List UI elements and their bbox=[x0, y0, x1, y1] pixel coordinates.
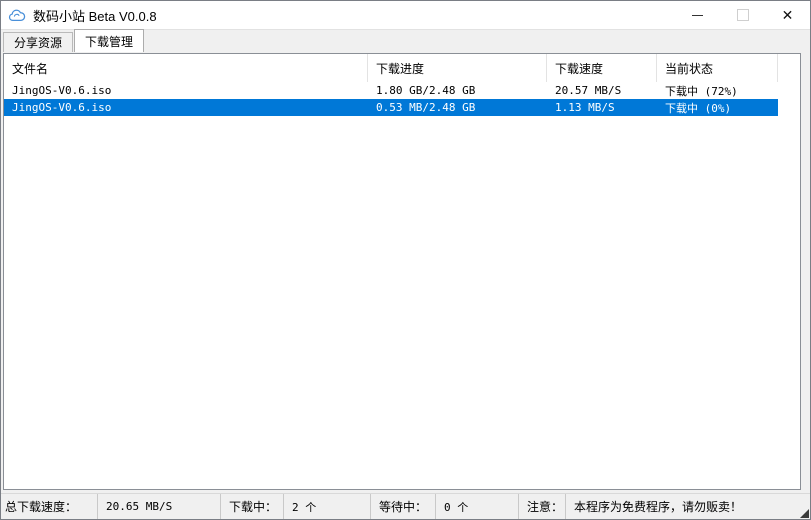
total-speed-value: 20.65 MB/S bbox=[98, 494, 221, 519]
downloading-count: 2 个 bbox=[284, 494, 371, 519]
status-bar: 总下载速度： 20.65 MB/S 下载中： 2 个 等待中： 0 个 注意： … bbox=[1, 493, 810, 519]
column-header-filename[interactable]: 文件名 bbox=[4, 54, 368, 82]
column-header-status[interactable]: 当前状态 bbox=[657, 54, 778, 82]
cell-filename: JingOS-V0.6.iso bbox=[12, 84, 112, 97]
downloading-label: 下载中： bbox=[221, 494, 284, 519]
cloud-sync-app-icon bbox=[8, 9, 26, 21]
tab-share-resources[interactable]: 分享资源 bbox=[3, 32, 74, 52]
minimize-button[interactable] bbox=[675, 1, 720, 29]
total-speed-label: 总下载速度： bbox=[1, 494, 98, 519]
maximize-button[interactable] bbox=[720, 1, 765, 29]
cell-progress: 0.53 MB/2.48 GB bbox=[376, 101, 476, 114]
cell-status: 下载中 (72%) bbox=[665, 84, 738, 98]
column-header-speed[interactable]: 下载速度 bbox=[547, 54, 657, 82]
notice-text: 本程序为免费程序，请勿贩卖！ bbox=[574, 500, 743, 514]
close-icon: ✕ bbox=[781, 7, 794, 23]
resize-grip[interactable] bbox=[800, 509, 809, 518]
tab-download-manager[interactable]: 下载管理 bbox=[74, 29, 145, 52]
download-row[interactable]: JingOS-V0.6.iso 1.80 GB/2.48 GB 20.57 MB… bbox=[4, 82, 778, 99]
cell-speed: 20.57 MB/S bbox=[555, 84, 622, 97]
titlebar: 数码小站 Beta V0.0.8 ✕ bbox=[1, 1, 810, 30]
waiting-label: 等待中： bbox=[371, 494, 436, 519]
window-controls: ✕ bbox=[675, 1, 810, 29]
cell-filename: JingOS-V0.6.iso bbox=[12, 101, 112, 114]
app-window: 数码小站 Beta V0.0.8 ✕ 分享资源 下载管理 文件名 下载进度 下载… bbox=[0, 0, 811, 520]
cell-speed: 1.13 MB/S bbox=[555, 101, 615, 114]
minimize-icon bbox=[692, 14, 703, 16]
close-button[interactable]: ✕ bbox=[765, 1, 810, 29]
maximize-icon bbox=[736, 9, 749, 21]
tab-bar: 分享资源 下载管理 bbox=[3, 29, 145, 52]
cell-status: 下载中 (0%) bbox=[665, 101, 732, 115]
cell-progress: 1.80 GB/2.48 GB bbox=[376, 84, 476, 97]
column-header-progress[interactable]: 下载进度 bbox=[368, 54, 547, 82]
window-title: 数码小站 Beta V0.0.8 bbox=[33, 8, 157, 24]
waiting-count: 0 个 bbox=[436, 494, 519, 519]
download-table: 文件名 下载进度 下载速度 当前状态 JingOS-V0.6.iso 1.80 … bbox=[3, 53, 801, 490]
download-row-selected[interactable]: JingOS-V0.6.iso 0.53 MB/2.48 GB 1.13 MB/… bbox=[4, 99, 778, 116]
notice-label: 注意： bbox=[519, 494, 566, 519]
table-header: 文件名 下载进度 下载速度 当前状态 bbox=[4, 54, 800, 82]
